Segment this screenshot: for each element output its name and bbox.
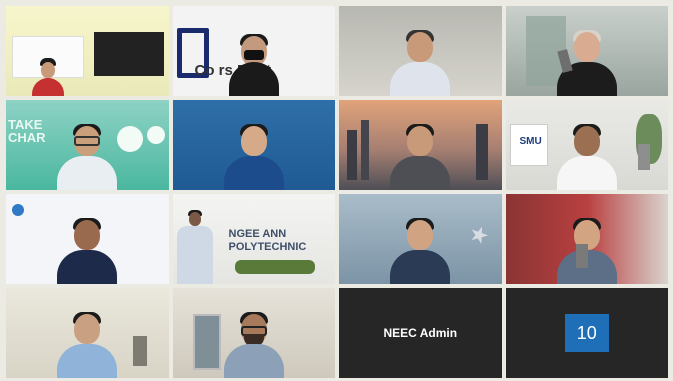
participant-center-name: NEEC Admin [383,326,458,340]
participant-tile[interactable]: NGEE ANN POLYTECHNIC [172,194,335,284]
participant-tile[interactable]: TAKE CHAR [6,100,169,190]
participant-tile[interactable]: Co rs Print [172,6,335,96]
video-grid: Co rs Print TAKE CHAR SMU NGEE ANN POLYT… [6,6,668,378]
participant-tile[interactable] [172,100,335,190]
participant-tile[interactable]: 10 [505,288,668,378]
participant-number-badge: 10 [564,314,609,352]
participant-tile[interactable] [6,194,169,284]
participant-tile[interactable] [6,6,169,96]
participant-tile[interactable] [339,194,502,284]
backdrop-text: TAKE CHAR [8,117,46,145]
participant-tile[interactable] [505,6,668,96]
participant-tile[interactable] [172,288,335,378]
participant-tile[interactable] [6,288,169,378]
participant-tile[interactable] [505,194,668,284]
participant-tile[interactable]: NEEC Admin [339,288,502,378]
participant-tile[interactable] [339,6,502,96]
backdrop-text: SMU [519,136,542,147]
participant-tile[interactable] [339,100,502,190]
participant-tile[interactable]: SMU [505,100,668,190]
backdrop-text: NGEE ANN POLYTECHNIC [228,228,307,253]
